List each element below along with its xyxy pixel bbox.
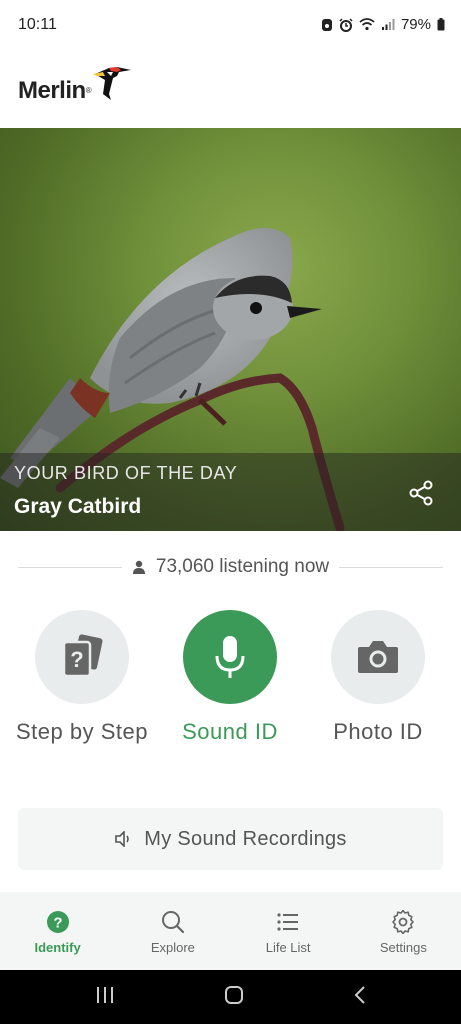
status-icons: 79% [321, 16, 445, 33]
step-by-step-circle[interactable]: ? [35, 610, 129, 704]
tab-life-list-label: Life List [265, 940, 311, 955]
tab-life-list[interactable]: Life List [231, 892, 346, 970]
question-circle-icon: ? [46, 911, 69, 933]
tab-identify[interactable]: ? Identify [0, 892, 115, 970]
woodpecker-logo-icon [91, 64, 135, 107]
tab-settings-label: Settings [379, 940, 427, 955]
lock-notification-icon [321, 18, 333, 32]
recent-apps-button[interactable] [95, 986, 115, 1009]
speaker-icon [115, 831, 130, 847]
logo-text: Merlin® [18, 77, 92, 104]
bird-of-the-day-card[interactable]: YOUR BIRD OF THE DAY Gray Catbird [0, 128, 461, 531]
sound-id-button[interactable]: Sound ID [160, 610, 300, 745]
bottom-navigation: ? Identify Explore Life List Settings [0, 892, 461, 970]
tab-explore[interactable]: Explore [115, 892, 230, 970]
app-header: Merlin® [0, 52, 461, 128]
home-button[interactable] [224, 985, 244, 1010]
divider [18, 566, 122, 568]
tab-settings[interactable]: Settings [346, 892, 461, 970]
search-icon [161, 911, 184, 934]
sound-id-label: Sound ID [182, 719, 278, 744]
my-sound-recordings-button[interactable]: My Sound Recordings [18, 808, 443, 870]
signal-icon [381, 18, 395, 31]
gear-icon [392, 910, 415, 934]
recent-apps-icon [96, 986, 113, 1003]
listening-now-row: 73,060 listening now [18, 548, 443, 586]
battery-icon [437, 18, 445, 31]
status-time: 10:11 [18, 16, 57, 33]
share-button[interactable] [407, 479, 435, 507]
photo-id-label: Photo ID [333, 719, 423, 744]
listening-count: 73,060 listening now [155, 556, 330, 577]
my-sound-recordings-label: My Sound Recordings [144, 827, 347, 850]
wifi-icon [359, 18, 375, 31]
cards-question-icon: ? [62, 634, 103, 678]
tab-explore-label: Explore [150, 940, 195, 955]
photo-id-circle[interactable] [331, 610, 425, 704]
svg-text:?: ? [70, 647, 83, 672]
svg-text:?: ? [53, 915, 62, 932]
divider [339, 566, 443, 568]
system-navigation-bar [0, 970, 461, 1024]
tab-identify-label: Identify [34, 940, 81, 955]
alarm-icon [339, 17, 353, 32]
sound-id-circle[interactable] [183, 610, 277, 704]
hero-caption-bar: YOUR BIRD OF THE DAY Gray Catbird [0, 453, 461, 531]
step-by-step-label: Step by Step [16, 719, 148, 744]
back-button[interactable] [353, 985, 367, 1010]
bird-name: Gray Catbird [14, 495, 142, 518]
status-bar: 10:11 79% [0, 0, 461, 52]
back-icon [354, 985, 365, 1004]
microphone-icon [215, 636, 245, 678]
identify-actions: ? Step by Step Sound ID Photo ID [0, 610, 461, 790]
photo-id-button[interactable]: Photo ID [308, 610, 448, 745]
bird-of-the-day-caption: YOUR BIRD OF THE DAY [14, 463, 238, 483]
list-icon [277, 913, 299, 931]
camera-icon [358, 641, 398, 673]
battery-percent: 79% [400, 16, 431, 33]
person-icon [132, 560, 145, 574]
step-by-step-button[interactable]: ? Step by Step [12, 610, 152, 745]
merlin-logo: Merlin® [18, 64, 135, 107]
home-icon [224, 985, 243, 1004]
share-icon [409, 480, 433, 506]
